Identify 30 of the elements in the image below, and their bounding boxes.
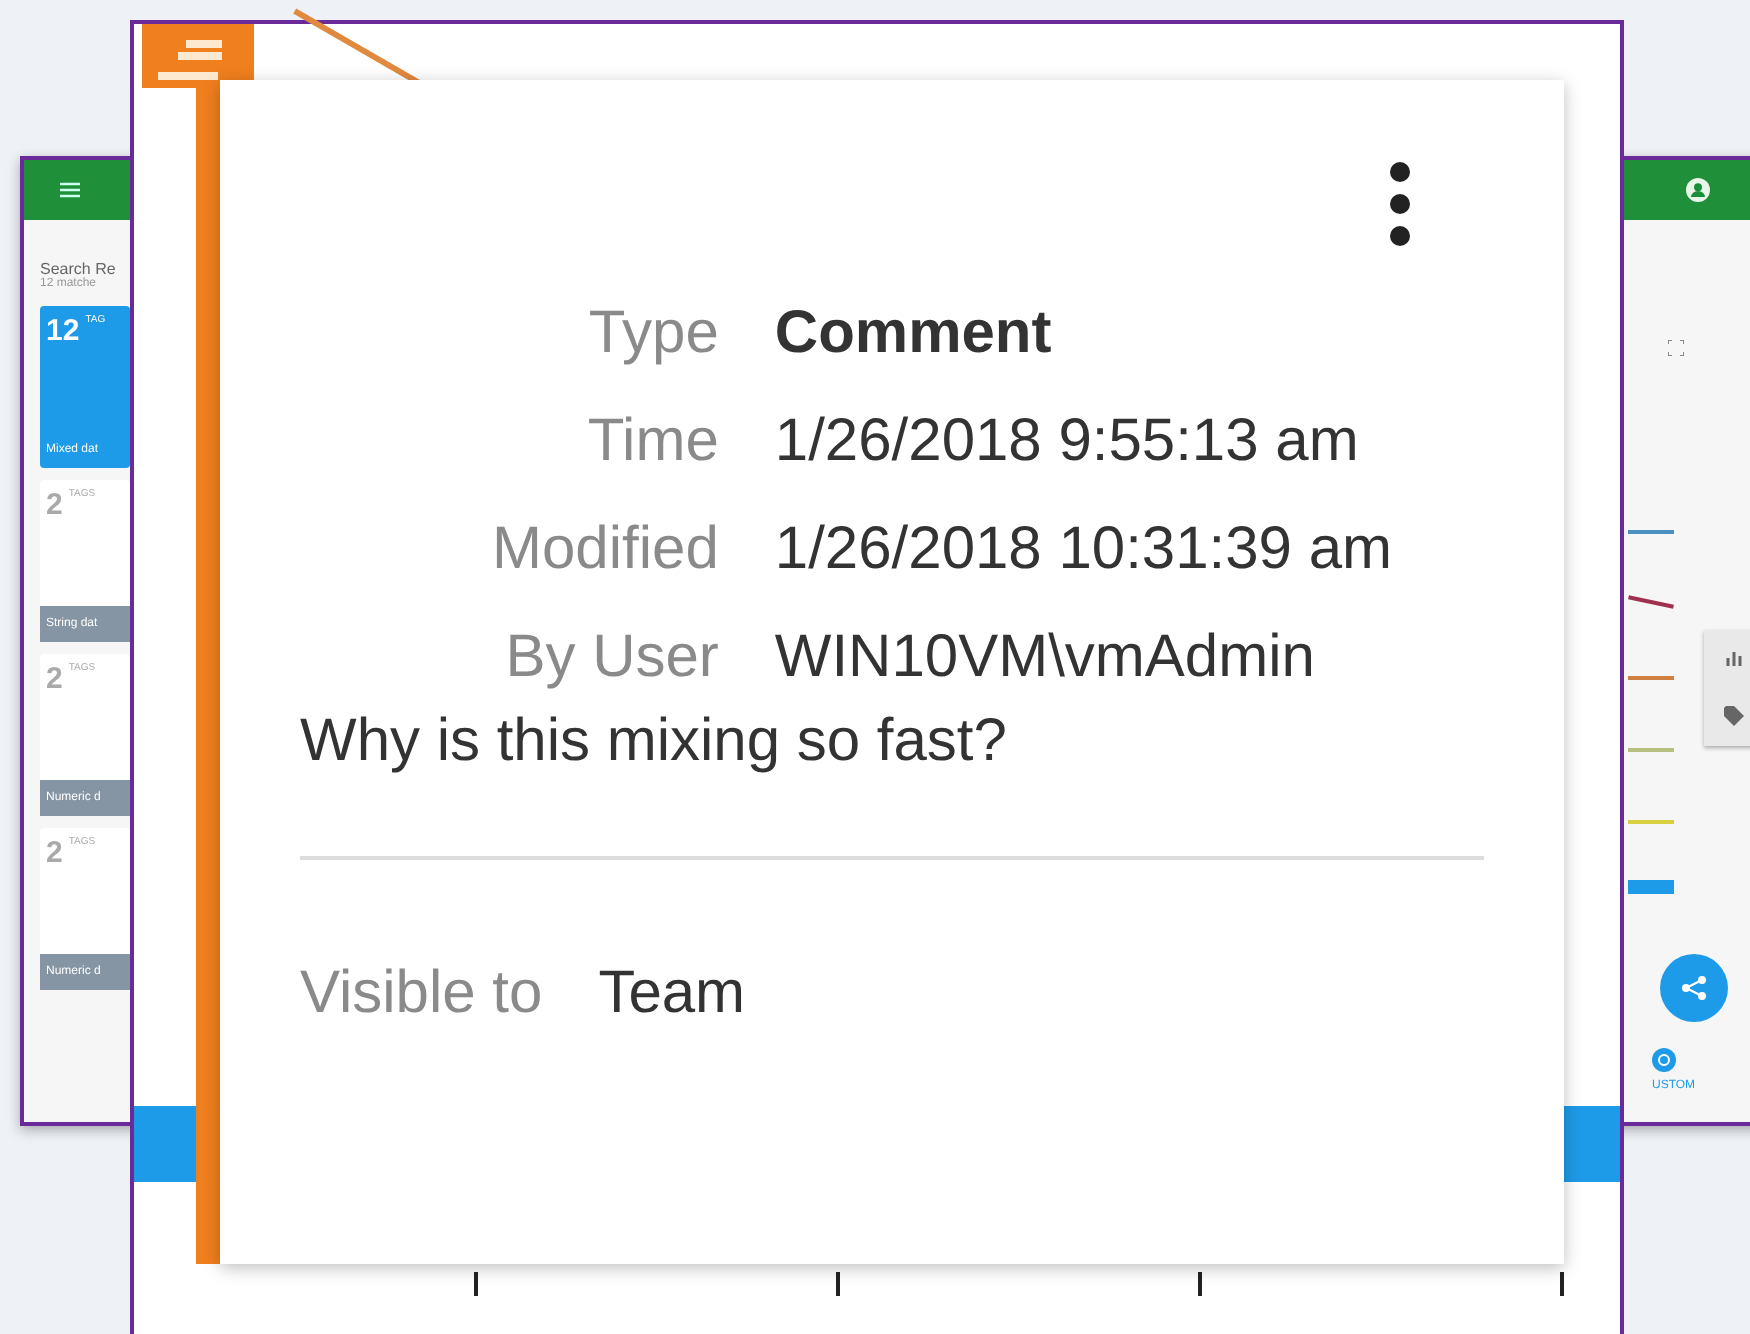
trend-line (1628, 820, 1674, 824)
field-value: 1/26/2018 9:55:13 am (774, 408, 1361, 476)
field-label: By User (503, 624, 719, 692)
tag-icon[interactable] (1724, 706, 1744, 726)
user-icon[interactable] (1686, 178, 1710, 202)
more-icon[interactable] (1388, 160, 1412, 248)
tag-count: 12 (46, 314, 80, 348)
field-value: WIN10VM\vmAdmin (774, 624, 1317, 692)
trend-line (1628, 748, 1674, 752)
menu-icon[interactable] (60, 182, 80, 198)
field-label: Modified (490, 516, 719, 584)
visibility-value[interactable]: Team (598, 960, 746, 1028)
trend-bar (1628, 880, 1674, 894)
field-label: Type (586, 300, 719, 368)
tag-count: 2 (46, 488, 63, 522)
field-value: Comment (774, 300, 1054, 368)
trend-line (1628, 530, 1674, 534)
custom-icon[interactable] (1652, 1048, 1676, 1072)
field-value: 1/26/2018 10:31:39 am (774, 516, 1394, 584)
expand-icon[interactable] (1668, 340, 1684, 356)
trend-line (1628, 676, 1674, 680)
share-button[interactable] (1660, 954, 1728, 1022)
tag-count: 2 (46, 662, 63, 696)
tag-count: 2 (46, 836, 63, 870)
field-label: Visible to (300, 960, 543, 1028)
field-label: Time (585, 408, 719, 476)
comment-text: Why is this mixing so fast? (300, 708, 1009, 776)
comment-icon[interactable] (142, 24, 254, 88)
panel-title: Search Re (40, 260, 118, 278)
bar-chart-icon[interactable] (1725, 650, 1743, 666)
